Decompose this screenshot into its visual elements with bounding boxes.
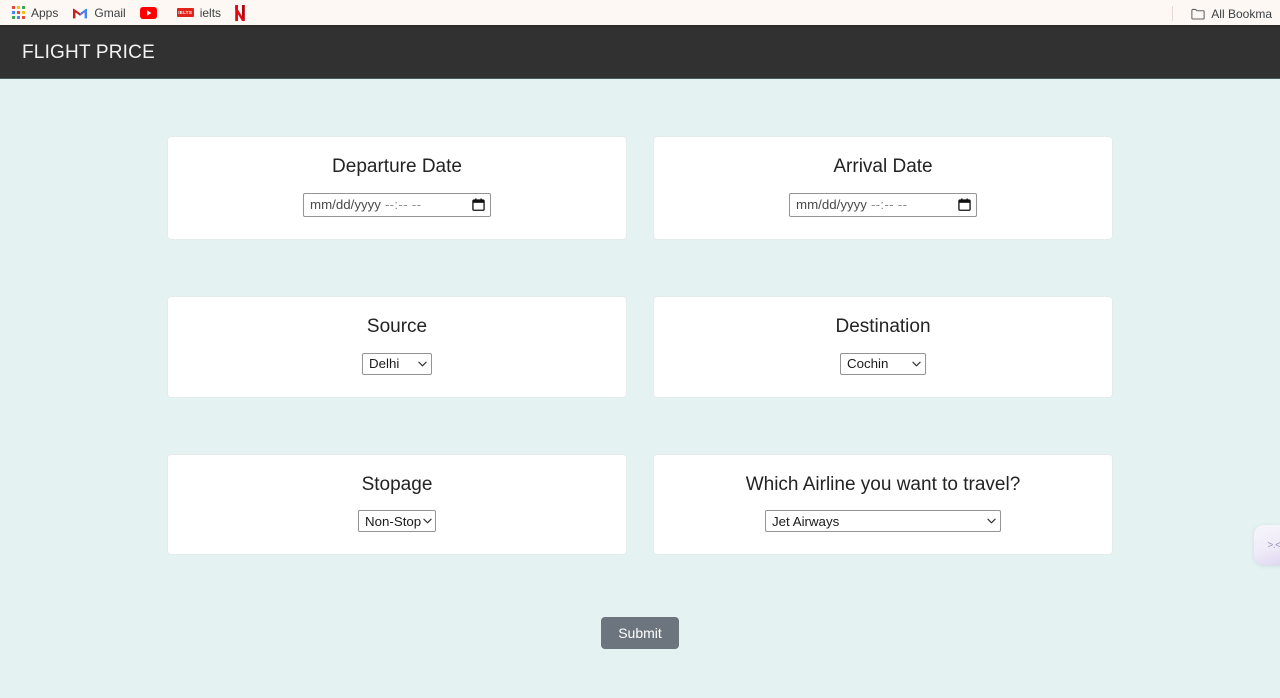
card-airline: Which Airline you want to travel? Jet Ai…: [653, 453, 1113, 556]
chevron-down-icon: [418, 361, 427, 366]
arrival-date-label: Arrival Date: [833, 156, 933, 177]
bookmark-netflix[interactable]: [229, 2, 259, 24]
destination-select[interactable]: Cochin: [840, 352, 926, 375]
airline-select-value: Jet Airways: [772, 513, 840, 529]
departure-date-input[interactable]: mm/dd/yyyy --:-- --: [303, 192, 491, 217]
departure-date-placeholder-group: mm/dd/yyyy --:-- --: [310, 197, 421, 212]
stopage-label: Stopage: [361, 473, 433, 495]
all-bookmarks-button[interactable]: All Bookma: [1185, 5, 1280, 23]
bookmark-apps[interactable]: Apps: [6, 3, 66, 22]
bookmark-apps-label: Apps: [31, 5, 59, 20]
submit-button[interactable]: Submit: [601, 617, 679, 650]
chevron-down-icon: [423, 518, 432, 524]
bookmark-ielts-label: ielts: [199, 5, 222, 20]
airline-select[interactable]: Jet Airways: [765, 510, 1001, 533]
destination-select-value: Cochin: [847, 356, 889, 371]
card-arrival-date: Arrival Date mm/dd/yyyy --:-- --: [653, 136, 1113, 240]
source-select[interactable]: Delhi: [362, 352, 432, 375]
source-select-value: Delhi: [369, 356, 400, 371]
ielts-favicon: IELTS: [176, 8, 194, 17]
bookmarks-bar-right-group: All Bookma: [1172, 0, 1280, 25]
card-destination: Destination Cochin: [653, 295, 1113, 398]
bookmark-ielts[interactable]: IELTS ielts: [171, 4, 229, 22]
stopage-select[interactable]: Non-Stop: [358, 510, 436, 533]
bookmark-gmail[interactable]: Gmail: [66, 4, 133, 22]
page-title: FLIGHT PRICE: [22, 41, 155, 63]
gmail-icon: [73, 8, 88, 18]
stopage-select-value: Non-Stop: [365, 513, 422, 529]
departure-time-placeholder: --:-- --: [384, 197, 422, 213]
chevron-down-icon: [912, 361, 921, 366]
calendar-icon[interactable]: [958, 198, 971, 212]
arrival-date-placeholder: mm/dd/yyyy: [796, 197, 867, 213]
folder-icon: [1191, 8, 1205, 20]
submit-row: Submit: [0, 617, 1280, 650]
arrival-date-input[interactable]: mm/dd/yyyy --:-- --: [789, 192, 977, 217]
card-source: Source Delhi: [167, 295, 627, 398]
airline-label: Which Airline you want to travel?: [745, 473, 1021, 495]
assistant-face-icon: >.<: [1267, 539, 1280, 551]
assistant-widget[interactable]: >.<: [1254, 525, 1280, 565]
departure-date-label: Departure Date: [332, 156, 462, 177]
source-label: Source: [366, 315, 428, 337]
apps-grid-icon: [12, 6, 25, 19]
browser-bookmarks-bar: Apps Gmail IELTS ielts All Bookma: [0, 0, 1280, 27]
bookmark-youtube[interactable]: [134, 4, 171, 22]
card-stopage: Stopage Non-Stop: [167, 453, 627, 556]
page-body: Departure Date mm/dd/yyyy --:-- -- Arriva…: [0, 79, 1280, 698]
chevron-down-icon: [987, 518, 996, 524]
arrival-time-placeholder: --:-- --: [870, 197, 908, 213]
bookmarks-divider: [1172, 6, 1174, 21]
bookmark-gmail-label: Gmail: [94, 5, 126, 20]
netflix-icon: [235, 4, 245, 21]
calendar-icon[interactable]: [472, 198, 485, 212]
departure-date-placeholder: mm/dd/yyyy: [310, 197, 381, 213]
youtube-icon: [139, 6, 157, 19]
card-departure-date: Departure Date mm/dd/yyyy --:-- --: [167, 136, 627, 240]
all-bookmarks-label: All Bookma: [1211, 6, 1272, 21]
app-navbar: FLIGHT PRICE: [0, 27, 1280, 79]
arrival-date-placeholder-group: mm/dd/yyyy --:-- --: [796, 197, 907, 212]
destination-label: Destination: [835, 315, 931, 337]
form-grid: Departure Date mm/dd/yyyy --:-- -- Arriva…: [167, 79, 1113, 556]
